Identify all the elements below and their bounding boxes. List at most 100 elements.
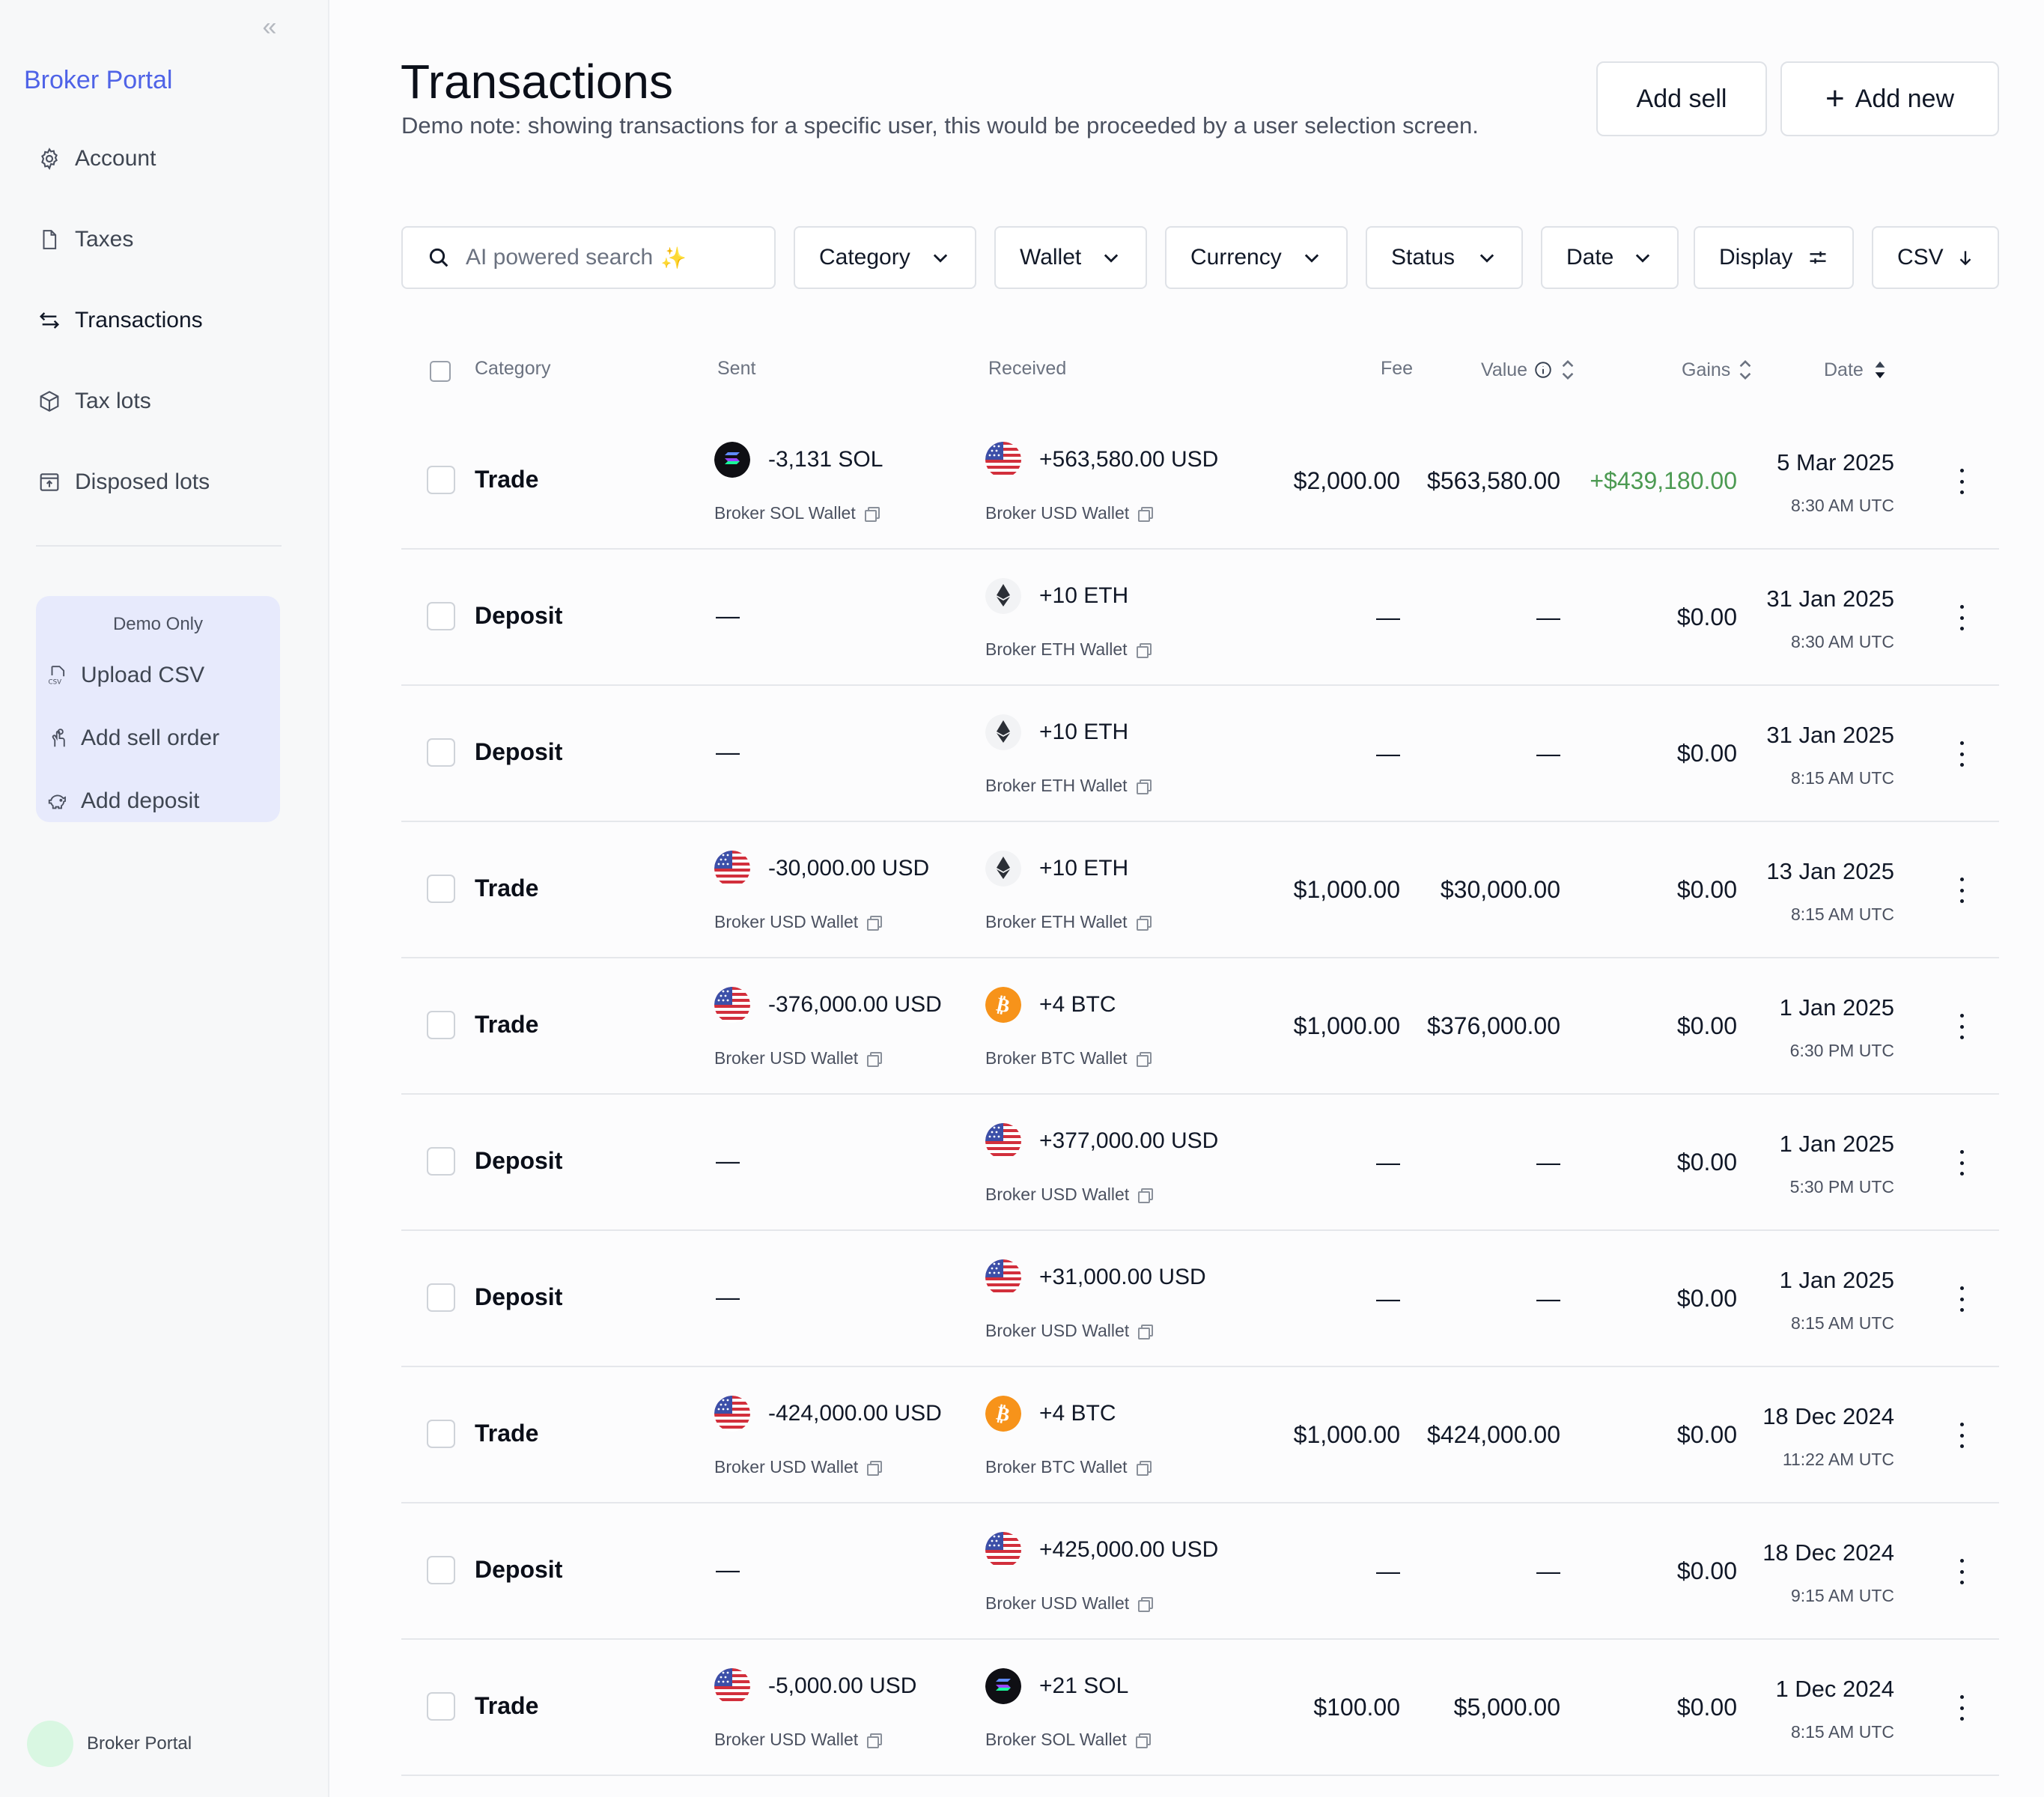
sent-empty: — [716, 738, 740, 765]
table-row[interactable]: Deposit — +10 ETH Broker ETH Wallet — — $0.00 3… [401, 550, 1999, 686]
copy-icon[interactable] [1138, 506, 1154, 522]
more-options-icon[interactable] [1954, 1559, 1969, 1584]
display-button[interactable]: Display [1694, 226, 1854, 289]
table-row[interactable]: Trade -424,000.00 USD Broker USD Wallet ₿ +4… [401, 1367, 1999, 1503]
more-options-icon[interactable] [1954, 469, 1969, 494]
more-options-icon[interactable] [1954, 1150, 1969, 1176]
copy-icon[interactable] [867, 1460, 883, 1476]
received-asset: +377,000.00 USD [985, 1123, 1218, 1159]
upload-csv-button[interactable]: CSV Upload CSV [45, 654, 205, 696]
received-asset: +10 ETH [985, 714, 1128, 750]
column-date[interactable]: Date [1824, 358, 1888, 382]
sent-wallet[interactable]: Broker USD Wallet [714, 1048, 883, 1068]
row-checkbox[interactable] [427, 602, 455, 630]
received-wallet[interactable]: Broker ETH Wallet [985, 639, 1152, 660]
currency-filter[interactable]: Currency [1165, 226, 1348, 289]
column-gains[interactable]: Gains [1682, 358, 1753, 382]
row-checkbox[interactable] [427, 1147, 455, 1176]
category-filter[interactable]: Category [794, 226, 976, 289]
table-row[interactable]: Deposit — +425,000.00 USD Broker USD Wallet… [401, 1503, 1999, 1640]
csv-export-button[interactable]: CSV [1872, 226, 1999, 289]
table-row[interactable]: Trade -3,131 SOL Broker SOL Wallet +563,580… [401, 413, 1999, 550]
more-options-icon[interactable] [1954, 741, 1969, 767]
copy-icon[interactable] [867, 1051, 883, 1067]
sidebar-item-disposed-lots[interactable]: Disposed lots [36, 460, 210, 505]
sent-wallet-name: Broker SOL Wallet [714, 503, 856, 523]
row-time: 9:15 AM UTC [1790, 1586, 1894, 1605]
row-checkbox[interactable] [427, 875, 455, 903]
copy-icon[interactable] [1138, 1596, 1154, 1612]
table-row[interactable]: Deposit — +10 ETH Broker ETH Wallet — — $0.00 3… [401, 686, 1999, 822]
row-date: 13 Jan 2025 [1766, 858, 1894, 884]
received-wallet[interactable]: Broker ETH Wallet [985, 912, 1152, 932]
select-all-checkbox[interactable] [430, 361, 451, 382]
add-new-label: Add new [1855, 84, 1955, 113]
more-options-icon[interactable] [1954, 1423, 1969, 1448]
copy-icon[interactable] [1136, 915, 1152, 931]
received-wallet[interactable]: Broker USD Wallet [985, 1593, 1154, 1614]
row-checkbox[interactable] [427, 466, 455, 494]
table-row[interactable]: Trade -30,000.00 USD Broker USD Wallet +10 … [401, 822, 1999, 958]
received-wallet[interactable]: Broker SOL Wallet [985, 1730, 1151, 1750]
copy-icon[interactable] [1138, 1188, 1154, 1203]
received-wallet-name: Broker USD Wallet [985, 1321, 1130, 1340]
more-options-icon[interactable] [1954, 1286, 1969, 1312]
copy-icon[interactable] [867, 1733, 883, 1748]
collapse-sidebar-icon[interactable]: « [255, 12, 285, 42]
search-box[interactable]: ✨ [401, 226, 776, 289]
column-value[interactable]: Value [1481, 358, 1575, 382]
received-wallet[interactable]: Broker ETH Wallet [985, 776, 1152, 796]
arrow-down-icon [1956, 247, 1975, 268]
brand-title[interactable]: Broker Portal [24, 66, 172, 95]
row-checkbox[interactable] [427, 1011, 455, 1039]
received-wallet[interactable]: Broker USD Wallet [985, 503, 1154, 523]
add-deposit-button[interactable]: Add deposit [45, 780, 199, 822]
status-filter[interactable]: Status [1366, 226, 1523, 289]
row-checkbox[interactable] [427, 1283, 455, 1312]
more-options-icon[interactable] [1954, 1695, 1969, 1721]
sidebar-item-tax-lots[interactable]: Tax lots [36, 379, 151, 424]
sidebar-item-taxes[interactable]: Taxes [36, 217, 133, 262]
us-flag-icon [714, 1668, 750, 1704]
add-sell-button[interactable]: Add sell [1596, 61, 1767, 136]
user-profile[interactable]: Broker Portal [27, 1721, 192, 1767]
sent-wallet[interactable]: Broker USD Wallet [714, 912, 883, 932]
copy-icon[interactable] [1135, 1733, 1151, 1748]
received-wallet[interactable]: Broker BTC Wallet [985, 1048, 1152, 1068]
row-checkbox[interactable] [427, 1420, 455, 1448]
row-checkbox[interactable] [427, 1692, 455, 1721]
row-checkbox[interactable] [427, 738, 455, 767]
sent-wallet[interactable]: Broker USD Wallet [714, 1730, 883, 1750]
table-row[interactable]: Deposit — +377,000.00 USD Broker USD Wallet… [401, 1095, 1999, 1231]
more-options-icon[interactable] [1954, 878, 1969, 903]
search-input[interactable] [466, 245, 690, 270]
table-row[interactable]: Deposit — +31,000.00 USD Broker USD Wallet —… [401, 1231, 1999, 1367]
copy-icon[interactable] [1136, 1051, 1152, 1067]
wallet-filter[interactable]: Wallet [994, 226, 1147, 289]
copy-icon[interactable] [867, 915, 883, 931]
copy-icon[interactable] [864, 506, 880, 522]
copy-icon[interactable] [1136, 642, 1152, 658]
date-filter[interactable]: Date [1541, 226, 1679, 289]
sent-wallet[interactable]: Broker USD Wallet [714, 1457, 883, 1477]
row-date: 1 Dec 2024 [1775, 1676, 1894, 1702]
received-wallet[interactable]: Broker USD Wallet [985, 1185, 1154, 1205]
table-header: Category Sent Received Fee Value Gains D… [401, 352, 1999, 389]
sidebar-item-account[interactable]: Account [36, 136, 156, 181]
table-row[interactable]: Trade -376,000.00 USD Broker USD Wallet ₿ +4… [401, 958, 1999, 1095]
sent-wallet[interactable]: Broker SOL Wallet [714, 503, 880, 523]
status-filter-label: Status [1391, 245, 1456, 270]
more-options-icon[interactable] [1954, 605, 1969, 630]
copy-icon[interactable] [1136, 779, 1152, 794]
copy-icon[interactable] [1138, 1324, 1154, 1340]
copy-icon[interactable] [1136, 1460, 1152, 1476]
received-wallet[interactable]: Broker USD Wallet [985, 1321, 1154, 1341]
received-wallet[interactable]: Broker BTC Wallet [985, 1457, 1152, 1477]
demo-item-label: Upload CSV [81, 663, 205, 687]
row-checkbox[interactable] [427, 1556, 455, 1584]
more-options-icon[interactable] [1954, 1014, 1969, 1039]
table-row[interactable]: Trade -5,000.00 USD Broker USD Wallet +21 S… [401, 1640, 1999, 1776]
add-new-button[interactable]: + Add new [1780, 61, 1999, 136]
add-sell-order-button[interactable]: Add sell order [45, 717, 219, 759]
sidebar-item-transactions[interactable]: Transactions [36, 298, 203, 343]
